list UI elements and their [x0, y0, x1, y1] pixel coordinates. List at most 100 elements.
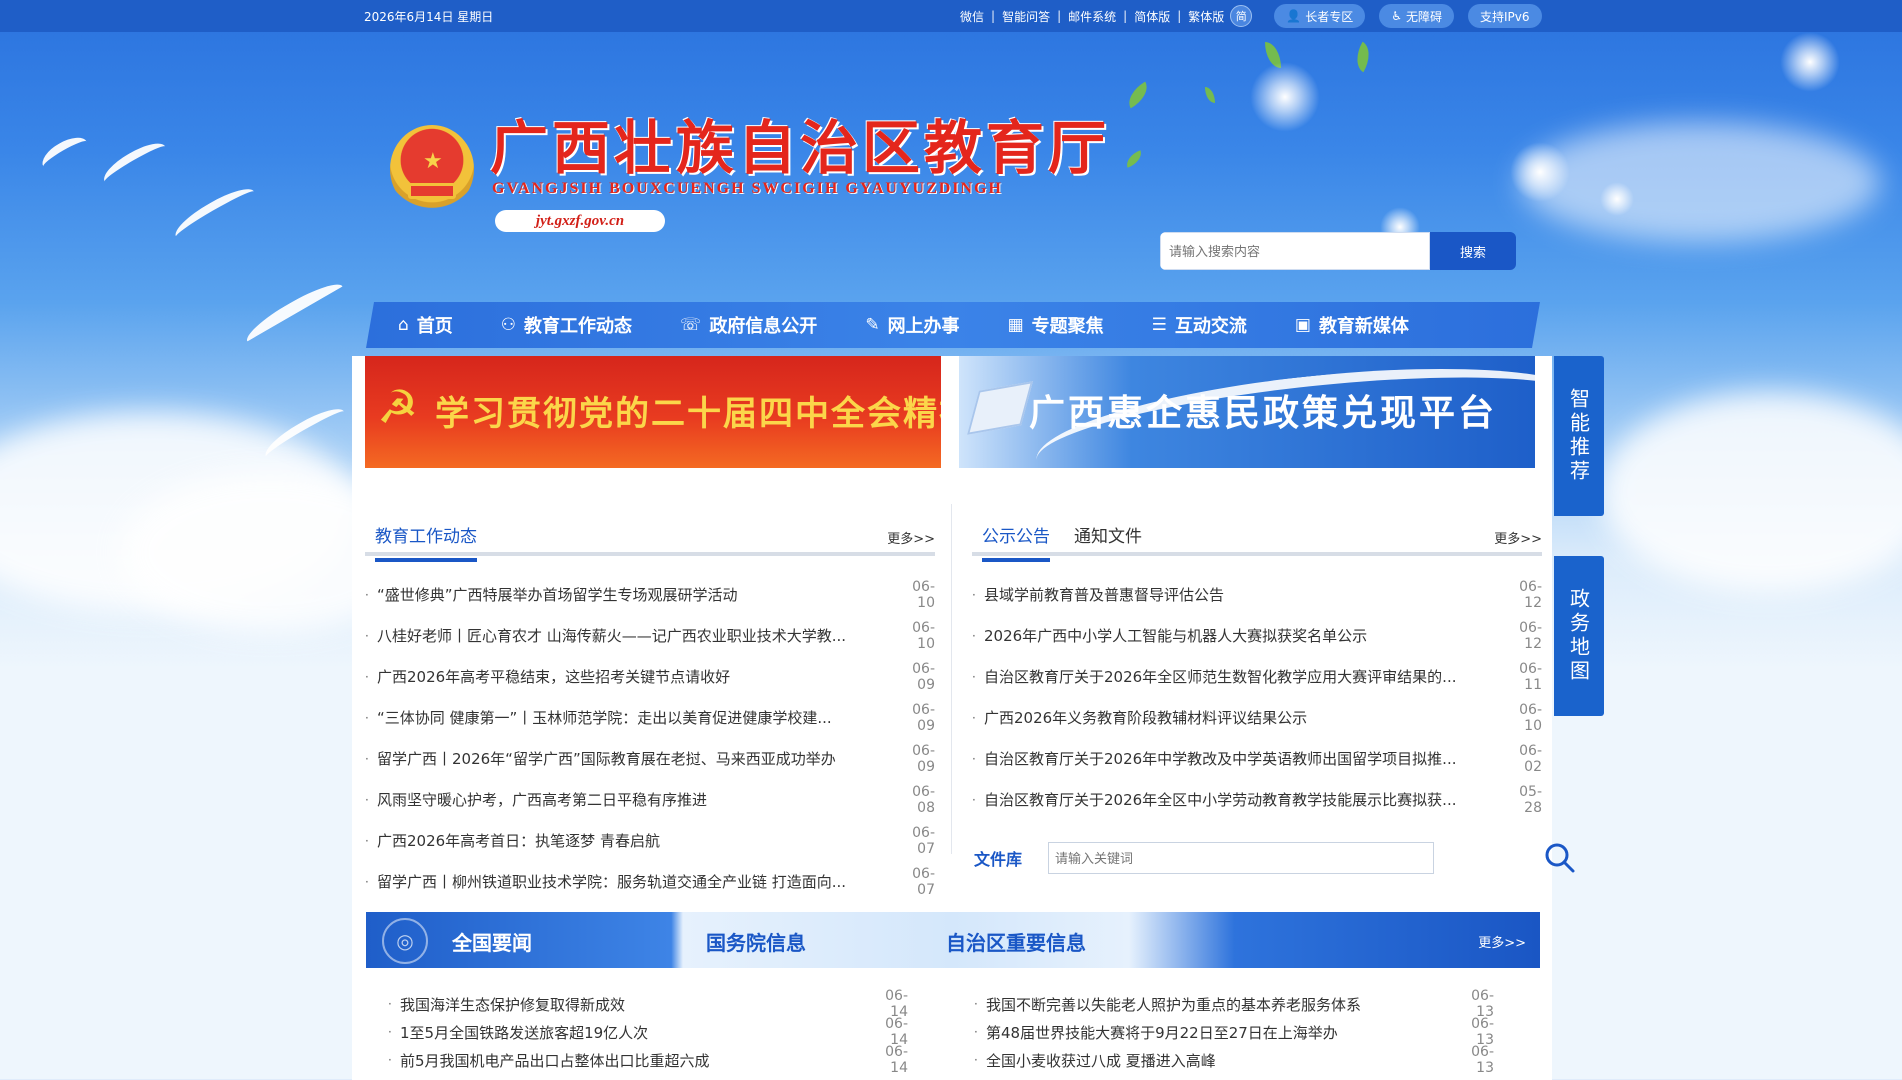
- server-icon: ☰: [1151, 315, 1167, 335]
- item-date: 06-02: [1519, 742, 1542, 775]
- tab-national-news[interactable]: 全国要闻: [452, 927, 532, 956]
- list-item[interactable]: · 广西2026年高考平稳结束，这些招考关键节点请收好 06-09: [365, 656, 935, 697]
- search-icon[interactable]: [1542, 840, 1578, 876]
- leaf-decoration: [1265, 42, 1281, 68]
- item-title: “盛世修典”广西特展举办首场留学生专场观展研学活动: [377, 586, 738, 604]
- list-item[interactable]: · 广西2026年高考首日：执笔逐梦 青春启航 06-07: [365, 820, 935, 861]
- simplified-chinese-link[interactable]: 简体版: [1134, 8, 1170, 25]
- elderly-zone-button[interactable]: 👤 长者专区: [1274, 4, 1366, 28]
- smart-qa-link[interactable]: 智能问答: [1002, 8, 1050, 25]
- wheelchair-icon: ♿: [1391, 9, 1402, 23]
- tab-education-news[interactable]: 教育工作动态: [375, 522, 477, 562]
- list-item[interactable]: · 县域学前教育普及普惠督导评估公告 06-12: [972, 574, 1542, 615]
- list-item[interactable]: · 自治区教育厅关于2026年全区中小学劳动教育教学技能展示比赛拟获... 05-2…: [972, 779, 1542, 820]
- bullet: ·: [388, 997, 392, 1011]
- nav-topics[interactable]: ▦ 专题聚焦: [1008, 312, 1104, 338]
- side-tab-smart-recommend[interactable]: 智能推荐: [1554, 356, 1604, 516]
- nav-label: 专题聚焦: [1031, 316, 1104, 337]
- bullet: ·: [365, 587, 369, 602]
- search-input[interactable]: [1160, 232, 1430, 270]
- cloud-decoration: [1600, 392, 1902, 592]
- nav-label: 网上办事: [887, 316, 960, 337]
- item-title: 全国小麦收获过八成 夏播进入高峰: [986, 1051, 1216, 1070]
- item-title: 我国不断完善以失能老人照护为重点的基本养老服务体系: [986, 995, 1362, 1014]
- divider: |: [1057, 9, 1062, 23]
- language-toggle-icon[interactable]: 简: [1230, 5, 1253, 27]
- side-tab-gov-map[interactable]: 政务地图: [1554, 556, 1604, 716]
- divider: |: [1123, 9, 1128, 23]
- item-date: 06-09: [912, 701, 935, 734]
- more-link[interactable]: 更多>>: [887, 528, 935, 547]
- wechat-link[interactable]: 微信: [960, 8, 984, 25]
- media-icon: ▣: [1294, 315, 1311, 335]
- item-title: 自治区教育厅关于2026年全区中小学劳动教育教学技能展示比赛拟获...: [984, 791, 1457, 809]
- list-item[interactable]: · 第48届世界技能大赛将于9月22日至27日在上海举办 06-13: [974, 1016, 1494, 1048]
- accessibility-button[interactable]: ♿ 无障碍: [1379, 4, 1455, 28]
- list-item[interactable]: · 广西2026年义务教育阶段教辅材料评议结果公示 06-10: [972, 697, 1542, 738]
- national-news-list: · 我国海洋生态保护修复取得新成效 06-14 · 1至5月全国铁路发送旅客超19亿人…: [388, 988, 908, 1076]
- nav-interaction[interactable]: ☰ 互动交流: [1152, 312, 1247, 338]
- bird-decoration: [37, 131, 93, 177]
- list-item[interactable]: · 前5月我国机电产品出口占整体出口比重超六成 06-14: [388, 1044, 908, 1076]
- more-link[interactable]: 更多>>: [1478, 932, 1526, 951]
- item-title: 1至5月全国铁路发送旅客超19亿人次: [400, 1023, 649, 1042]
- tab-regional-news[interactable]: 自治区重要信息: [946, 927, 1086, 956]
- list-item[interactable]: · 自治区教育厅关于2026年全区师范生数智化教学应用大赛评审结果的... 06-1…: [972, 656, 1542, 697]
- bullet: ·: [365, 628, 369, 643]
- item-date: 06-09: [912, 660, 935, 693]
- item-title: 八桂好老师丨匠心育农才 山海传薪火——记广西农业职业技术大学教...: [377, 627, 847, 645]
- list-item[interactable]: · 全国小麦收获过八成 夏播进入高峰 06-13: [974, 1044, 1494, 1076]
- list-item[interactable]: · 八桂好老师丨匠心育农才 山海传薪火——记广西农业职业技术大学教... 06-10: [365, 615, 935, 656]
- cloud-decoration: [1520, 122, 1880, 242]
- list-item[interactable]: · 风雨坚守暖心护考，广西高考第二日平稳有序推进 06-08: [365, 779, 935, 820]
- tab-state-council[interactable]: 国务院信息: [706, 927, 806, 956]
- bullet: ·: [972, 710, 976, 725]
- bullet: ·: [972, 587, 976, 602]
- list-item[interactable]: · 2026年广西中小学人工智能与机器人大赛拟获奖名单公示 06-12: [972, 615, 1542, 656]
- file-library: 文件库: [974, 842, 1575, 874]
- mail-system-link[interactable]: 邮件系统: [1068, 8, 1116, 25]
- nav-label: 首页: [416, 316, 453, 337]
- list-item[interactable]: · 1至5月全国铁路发送旅客超19亿人次 06-14: [388, 1016, 908, 1048]
- tab-announcements[interactable]: 公示公告: [982, 522, 1050, 562]
- leaf-decoration: [1123, 150, 1145, 168]
- globe-icon: ◎: [382, 918, 428, 964]
- search-button[interactable]: 搜索: [1430, 232, 1516, 270]
- bullet: ·: [365, 751, 369, 766]
- site-title-zhuang: GVANGJSIH BOUXCUENGH SWCIGIH GYAUYUZDING…: [492, 180, 1003, 197]
- list-item[interactable]: · 我国海洋生态保护修复取得新成效 06-14: [388, 988, 908, 1020]
- traditional-chinese-link[interactable]: 繁体版: [1188, 8, 1224, 25]
- banner-party-spirit[interactable]: ☭ 学习贯彻党的二十届四中全会精神: [365, 356, 941, 468]
- item-date: 05-28: [1519, 783, 1542, 816]
- item-title: 广西2026年高考平稳结束，这些招考关键节点请收好: [377, 668, 731, 686]
- nav-home[interactable]: ⌂ 首页: [398, 312, 453, 338]
- bird-decoration: [98, 136, 172, 192]
- bullet: ·: [365, 669, 369, 684]
- nav-education-news[interactable]: ⚇ 教育工作动态: [501, 312, 632, 338]
- bullet: ·: [972, 751, 976, 766]
- list-item[interactable]: · 留学广西丨柳州铁道职业技术学院：服务轨道交通全产业链 打造面向... 06-07: [365, 861, 935, 902]
- ipv6-badge[interactable]: 支持IPv6: [1468, 4, 1542, 28]
- nav-online-services[interactable]: ✎ 网上办事: [865, 312, 959, 338]
- list-item[interactable]: · 留学广西丨2026年“留学广西”国际教育展在老挝、马来西亚成功举办 06-09: [365, 738, 935, 779]
- list-item[interactable]: · “三体协同 健康第一”丨玉林师范学院：走出以美育促进健康学校建... 06-09: [365, 697, 935, 738]
- file-library-input[interactable]: [1048, 842, 1434, 874]
- tab-notice-documents[interactable]: 通知文件: [1074, 522, 1142, 558]
- nav-gov-info[interactable]: ☏ 政府信息公开: [680, 312, 817, 338]
- nav-new-media[interactable]: ▣ 教育新媒体: [1295, 312, 1409, 338]
- item-title: “三体协同 健康第一”丨玉林师范学院：走出以美育促进健康学校建...: [377, 709, 832, 727]
- banner-policy-platform[interactable]: 广西惠企惠民政策兑现平台: [959, 356, 1535, 468]
- list-item[interactable]: · 我国不断完善以失能老人照护为重点的基本养老服务体系 06-13: [974, 988, 1494, 1020]
- education-news-header: 教育工作动态 更多>>: [365, 516, 935, 562]
- more-link[interactable]: 更多>>: [1494, 528, 1542, 547]
- cloud-decoration: [0, 412, 360, 612]
- sparkle-decoration: [1250, 62, 1320, 132]
- main-nav: ⌂ 首页 ⚇ 教育工作动态 ☏ 政府信息公开 ✎ 网上办事 ▦ 专题聚焦 ☰ 互动交流 ▣ 教…: [366, 302, 1540, 348]
- document-edit-icon: ✎: [865, 315, 880, 335]
- bullet: ·: [974, 997, 978, 1011]
- list-item[interactable]: · 自治区教育厅关于2026年中学教改及中学英语教师出国留学项目拟推... 06-0…: [972, 738, 1542, 779]
- bird-decoration: [241, 276, 349, 352]
- list-item[interactable]: · “盛世修典”广西特展举办首场留学生专场观展研学活动 06-10: [365, 574, 935, 615]
- item-date: 06-11: [1519, 660, 1542, 693]
- org-chart-icon: ⚇: [500, 315, 517, 335]
